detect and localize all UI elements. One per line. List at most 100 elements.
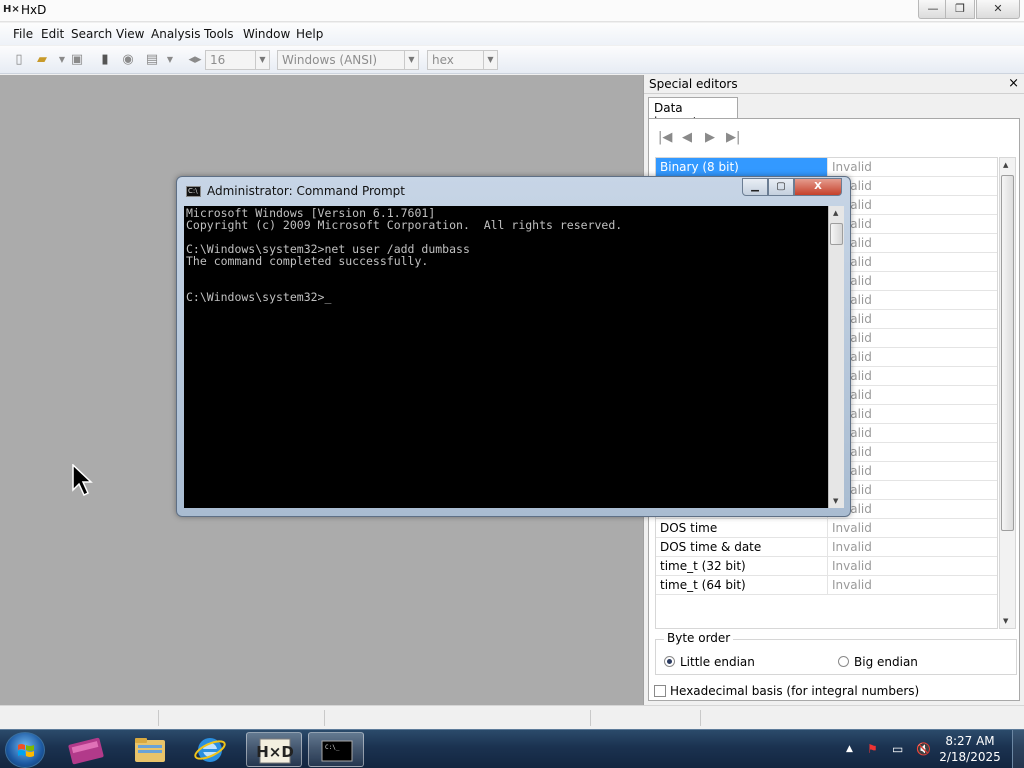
taskbar-explorer[interactable] [122,732,178,767]
ram-dropdown-icon[interactable]: ▼ [161,51,179,69]
windows-logo-icon [18,744,34,757]
columns-icon: ◂▸ [188,52,202,67]
volume-muted-icon[interactable]: 🔇 [916,742,931,756]
show-desktop-button[interactable] [1012,730,1024,768]
show-hidden-icons-icon[interactable]: ▲ [846,744,853,754]
inspector-row[interactable]: Binary (8 bit) Invalid [656,158,997,177]
clock-time: 8:27 AM [945,734,995,748]
status-bar [0,705,1024,729]
menu-view[interactable]: View [116,27,144,41]
inspector-row-value[interactable]: Invalid [832,521,872,535]
explorer-folder-icon [135,738,165,762]
clock-date: 2/18/2025 [939,750,1001,764]
inspector-row-name: time_t (32 bit) [656,557,828,576]
inspector-row-name: DOS time [656,519,828,538]
bytes-per-row-select[interactable]: 16 ▼ [205,50,270,70]
open-disk-icon[interactable]: ◉ [119,51,137,69]
network-icon[interactable]: ▭ [892,742,903,756]
svg-text:C:\_: C:\_ [325,744,340,751]
offset-base-value: hex [432,53,454,67]
title-bar: H× HxD — ❐ ✕ [0,0,1024,22]
scroll-up-icon[interactable]: ▲ [833,209,838,217]
bytes-per-row-value: 16 [210,53,226,67]
open-ram-icon[interactable]: ▤ [143,51,161,69]
offset-base-select[interactable]: hex ▼ [427,50,498,70]
hex-basis-checkbox[interactable]: Hexadecimal basis (for integral numbers) [654,684,919,698]
hxd-icon: H× [3,4,20,15]
window-title: HxD [21,3,47,17]
scroll-down-icon[interactable]: ▼ [1003,617,1008,625]
inspector-scrollbar[interactable]: ▲ ▼ [999,157,1016,629]
menu-tools[interactable]: Tools [204,27,234,41]
status-divider [590,710,591,726]
open-folder-icon[interactable]: ▰ [33,51,51,69]
big-endian-radio[interactable]: Big endian [838,655,918,669]
panel-close-icon[interactable]: × [1008,76,1019,91]
scroll-down-icon[interactable]: ▼ [833,497,838,505]
inspector-row-name: Binary (8 bit) [656,158,828,177]
charset-value: Windows (ANSI) [282,53,378,67]
inspector-row[interactable]: DOS time Invalid [656,519,997,538]
hxd-icon: H×D [256,738,294,764]
command-prompt-window[interactable]: C:\ Administrator: Command Prompt ▁ ▢ X … [176,176,851,517]
action-center-flag-icon[interactable]: ⚑ [867,742,878,756]
status-divider [158,710,159,726]
inspector-row-value[interactable]: Invalid [832,540,872,554]
taskbar-hxd[interactable]: H×D [246,732,302,767]
panel-title: Special editors [649,77,738,91]
first-icon[interactable]: |◀ [658,130,672,145]
mouse-cursor-icon [72,464,93,497]
scroll-thumb[interactable] [830,223,843,245]
taskbar-winrar[interactable] [58,732,114,767]
inspector-row[interactable]: time_t (32 bit) Invalid [656,557,997,576]
taskbar-internet-explorer[interactable] [182,732,238,767]
inspector-row[interactable]: DOS time & date Invalid [656,538,997,557]
menu-analysis[interactable]: Analysis [151,27,200,41]
chevron-down-icon: ▼ [255,51,269,69]
inspector-row-name: DOS time & date [656,538,828,557]
inspector-row-value[interactable]: Invalid [832,559,872,573]
command-prompt-icon: C:\ [186,186,201,197]
cmd-close-button[interactable]: X [794,178,842,196]
tab-data-inspector[interactable]: Data inspector [648,97,738,129]
status-divider [700,710,701,726]
menu-file[interactable]: File [13,27,33,41]
svg-text:H×D: H×D [256,743,294,761]
menu-search[interactable]: Search [71,27,112,41]
hex-basis-label: Hexadecimal basis (for integral numbers) [670,684,920,698]
previous-icon[interactable]: ◀ [682,130,692,145]
scroll-up-icon[interactable]: ▲ [1003,161,1008,169]
maximize-button[interactable]: ❐ [945,0,975,19]
close-file-icon[interactable]: ▮ [96,51,114,69]
start-button[interactable] [5,732,45,768]
cmd-minimize-button[interactable]: ▁ [742,178,768,196]
inspector-row-value[interactable]: Invalid [832,160,872,174]
taskbar-command-prompt[interactable]: C:\_ [308,732,364,767]
new-file-icon[interactable]: ▯ [10,51,28,69]
little-endian-radio[interactable]: Little endian [664,655,755,669]
menu-window[interactable]: Window [243,27,290,41]
menu-help[interactable]: Help [296,27,323,41]
byte-order-label: Byte order [664,631,734,645]
charset-select[interactable]: Windows (ANSI) ▼ [277,50,419,70]
little-endian-label: Little endian [680,655,755,669]
minimize-button[interactable]: — [918,0,948,19]
panel-header: Special editors × [644,75,1024,94]
byte-order-group: Byte order Little endian Big endian [655,631,1017,675]
status-divider [324,710,325,726]
last-icon[interactable]: ▶| [726,130,740,145]
command-prompt-icon: C:\_ [321,740,353,762]
close-button[interactable]: ✕ [976,0,1020,19]
big-endian-label: Big endian [854,655,918,669]
cmd-maximize-button[interactable]: ▢ [768,178,794,196]
taskbar: H×D C:\_ ▲ ⚑ ▭ 🔇 8:27 AM 2/18/2025 [0,729,1024,768]
console-scrollbar[interactable]: ▲ ▼ [828,206,844,508]
save-icon[interactable]: ▣ [68,51,86,69]
scroll-thumb[interactable] [1001,175,1014,531]
next-icon[interactable]: ▶ [705,130,715,145]
menu-edit[interactable]: Edit [41,27,64,41]
inspector-row[interactable]: time_t (64 bit) Invalid [656,576,997,595]
console-output[interactable]: Microsoft Windows [Version 6.1.7601] Cop… [184,206,828,508]
inspector-row-value[interactable]: Invalid [832,578,872,592]
clock[interactable]: 8:27 AM 2/18/2025 [938,733,1002,765]
